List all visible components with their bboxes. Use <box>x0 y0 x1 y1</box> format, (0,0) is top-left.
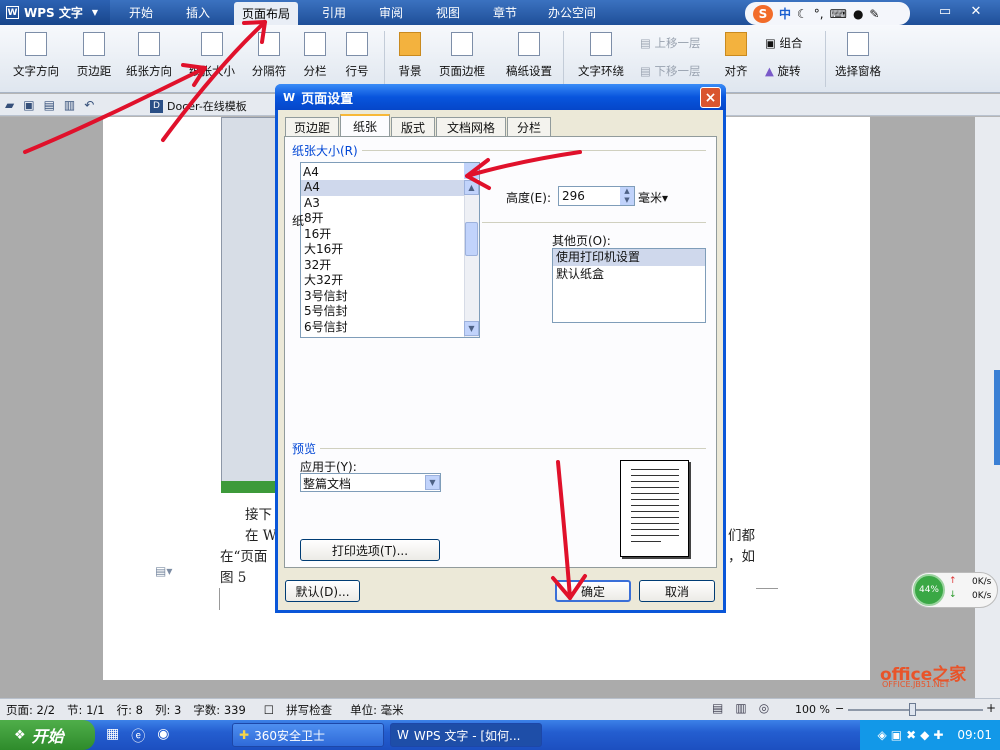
annotation-arrows <box>23 20 587 600</box>
annotation-arrow <box>23 66 207 154</box>
annotation-arrow <box>556 460 572 600</box>
